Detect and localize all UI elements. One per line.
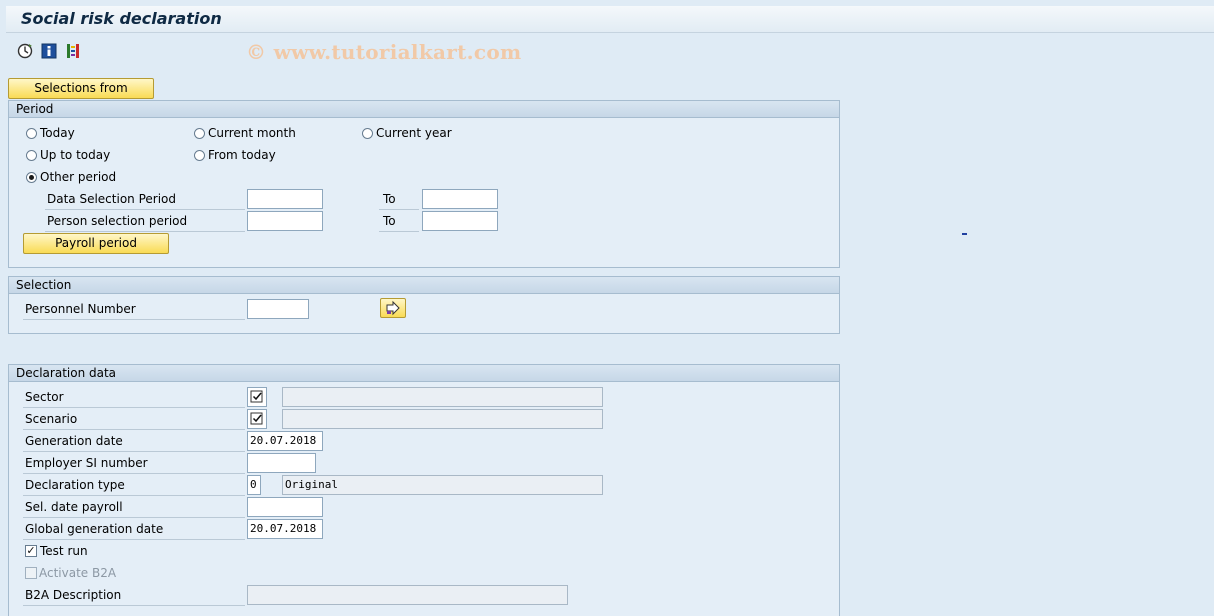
- b2a-description-input: [247, 585, 568, 605]
- scenario-label: Scenario: [25, 412, 78, 426]
- checkbox-select-icon: [250, 390, 263, 403]
- personnel-number-label: Personnel Number: [25, 302, 136, 316]
- scenario-description: [282, 409, 603, 429]
- activate-b2a-checkbox: [25, 567, 37, 579]
- b2a-description-label: B2A Description: [25, 588, 122, 602]
- person-selection-from-input[interactable]: [247, 211, 323, 231]
- sel-date-payroll-input[interactable]: [247, 497, 323, 517]
- declaration-group: Declaration data Sector Scenario Generat…: [8, 364, 840, 616]
- label-underline: [23, 539, 245, 540]
- multiple-selection-button[interactable]: [380, 298, 406, 318]
- label-underline: [23, 451, 245, 452]
- label-underline: [379, 209, 419, 210]
- selection-options-icon[interactable]: [64, 42, 82, 60]
- scenario-input[interactable]: [247, 409, 267, 429]
- sel-date-payroll-label: Sel. date payroll: [25, 500, 123, 514]
- data-selection-to-label: To: [383, 192, 396, 206]
- selection-group: Selection Personnel Number: [8, 276, 840, 334]
- data-selection-to-input[interactable]: [422, 189, 498, 209]
- label-underline: [379, 231, 419, 232]
- selection-group-title: Selection: [9, 277, 839, 294]
- radio-from-today[interactable]: [194, 150, 205, 161]
- radio-current-month[interactable]: [194, 128, 205, 139]
- watermark: © www.tutorialkart.com: [246, 40, 522, 64]
- global-generation-date-input[interactable]: 20.07.2018: [247, 519, 323, 539]
- label-underline: [23, 495, 245, 496]
- radio-current-month-label: Current month: [208, 126, 296, 140]
- label-underline: [23, 605, 245, 606]
- page-title: Social risk declaration: [21, 9, 222, 28]
- payroll-period-button[interactable]: Payroll period: [23, 233, 169, 254]
- person-selection-to-input[interactable]: [422, 211, 498, 231]
- label-underline: [23, 517, 245, 518]
- radio-current-year-label: Current year: [376, 126, 452, 140]
- radio-up-to-today[interactable]: [26, 150, 37, 161]
- global-generation-date-label: Global generation date: [25, 522, 164, 536]
- test-run-label: Test run: [40, 544, 88, 558]
- declaration-type-input[interactable]: 0: [247, 475, 261, 495]
- sector-label: Sector: [25, 390, 64, 404]
- sector-input[interactable]: [247, 387, 267, 407]
- period-group-title: Period: [9, 101, 839, 118]
- label-underline: [23, 473, 245, 474]
- declaration-group-title: Declaration data: [9, 365, 839, 382]
- declaration-type-description: Original: [282, 475, 603, 495]
- label-underline: [45, 231, 245, 232]
- checkbox-select-icon: [250, 412, 263, 425]
- generation-date-input[interactable]: 20.07.2018: [247, 431, 323, 451]
- activate-b2a-label: Activate B2A: [39, 566, 117, 580]
- data-selection-from-input[interactable]: [247, 189, 323, 209]
- data-selection-period-label: Data Selection Period: [47, 192, 176, 206]
- declaration-type-label: Declaration type: [25, 478, 125, 492]
- radio-other-period[interactable]: [26, 172, 37, 183]
- label-underline: [23, 429, 245, 430]
- employer-si-number-label: Employer SI number: [25, 456, 148, 470]
- personnel-number-input[interactable]: [247, 299, 309, 319]
- radio-current-year[interactable]: [362, 128, 373, 139]
- radio-other-period-label: Other period: [40, 170, 117, 184]
- execute-icon[interactable]: [16, 42, 34, 60]
- label-underline: [23, 319, 245, 320]
- title-bar: Social risk declaration: [6, 6, 1214, 33]
- test-run-checkbox[interactable]: ✓: [25, 545, 37, 557]
- info-icon[interactable]: [40, 42, 58, 60]
- employer-si-number-input[interactable]: [247, 453, 316, 473]
- generation-date-label: Generation date: [25, 434, 123, 448]
- person-selection-to-label: To: [383, 214, 396, 228]
- person-selection-period-label: Person selection period: [47, 214, 188, 228]
- sector-description: [282, 387, 603, 407]
- selections-from-button[interactable]: Selections from: [8, 78, 154, 99]
- radio-today-label: Today: [40, 126, 75, 140]
- period-group: Period Today Current month Current year …: [8, 100, 840, 268]
- radio-from-today-label: From today: [208, 148, 276, 162]
- radio-up-to-today-label: Up to today: [40, 148, 111, 162]
- label-underline: [45, 209, 245, 210]
- cursor-marker: [962, 233, 967, 235]
- radio-today[interactable]: [26, 128, 37, 139]
- label-underline: [23, 407, 245, 408]
- arrow-right-icon: [386, 300, 400, 316]
